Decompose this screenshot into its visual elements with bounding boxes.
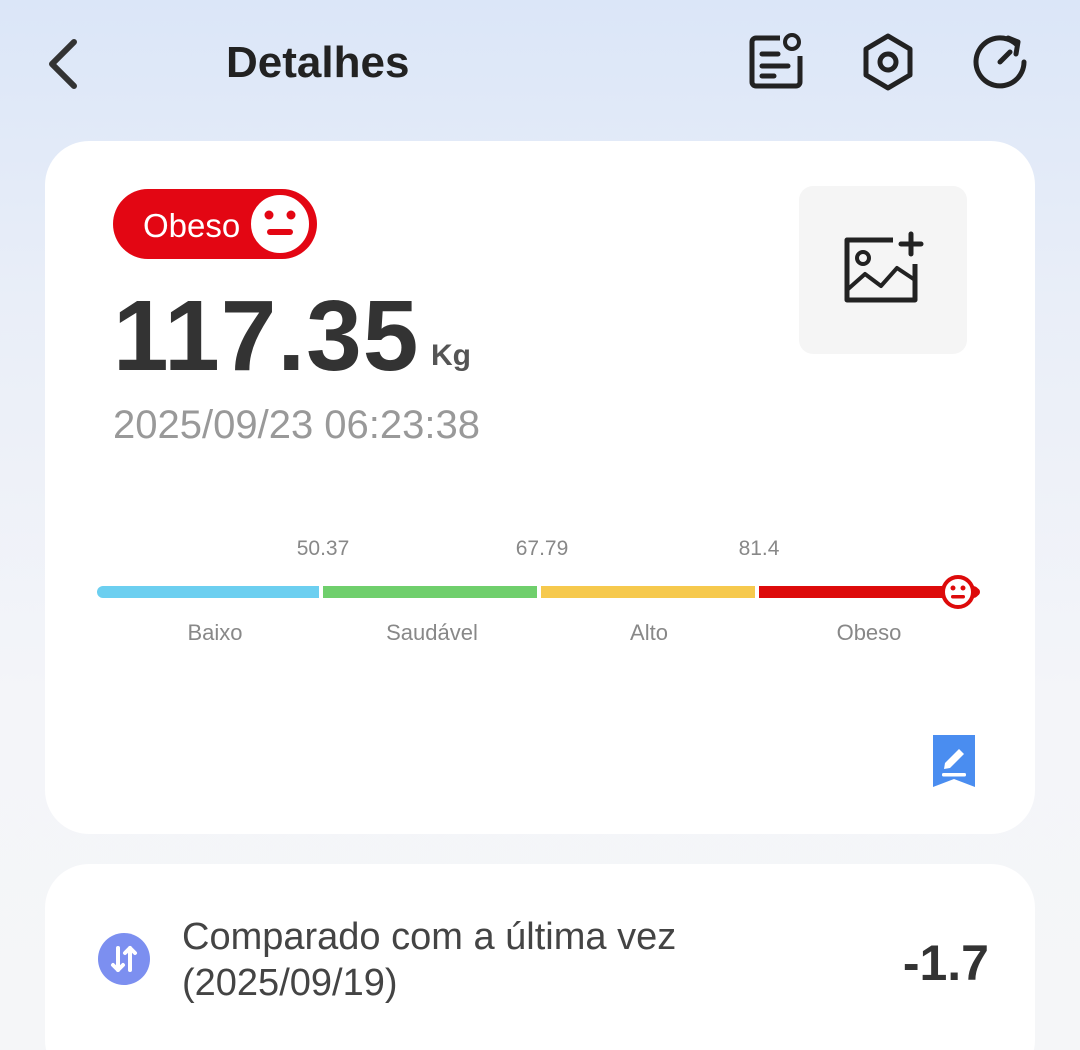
notes-icon bbox=[749, 33, 803, 89]
weight-card: Obeso 117.35 Kg 2025/09/23 06:23:38 50.3… bbox=[45, 141, 1035, 834]
swap-arrows-icon bbox=[98, 933, 150, 985]
neutral-face-icon bbox=[247, 191, 313, 257]
refresh-icon bbox=[973, 35, 1027, 89]
settings-button[interactable] bbox=[856, 30, 920, 94]
segment-label: Saudável bbox=[386, 620, 478, 645]
page-title: Detalhes bbox=[226, 38, 410, 87]
segment-label: Alto bbox=[630, 620, 668, 645]
status-label: Obeso bbox=[143, 207, 241, 244]
scale-segment-baixo bbox=[97, 586, 319, 598]
back-arrow-icon bbox=[49, 39, 77, 89]
edit-icon bbox=[933, 735, 975, 787]
scale-segment-alto bbox=[541, 586, 755, 598]
status-badge: Obeso bbox=[113, 189, 317, 259]
settings-hexagon-icon bbox=[863, 33, 913, 91]
comparison-text: Comparado com a última vez (2025/09/19) bbox=[182, 914, 782, 1006]
comparison-label: Comparado com a última vez bbox=[182, 916, 677, 958]
comparison-card: Comparado com a última vez (2025/09/19) … bbox=[45, 864, 1035, 1050]
segment-label: Obeso bbox=[836, 620, 902, 645]
app-header: Detalhes bbox=[0, 0, 1080, 130]
threshold-label: 67.79 bbox=[515, 537, 569, 560]
neutral-face-icon bbox=[941, 575, 980, 609]
weight-unit: Kg bbox=[431, 339, 471, 372]
measurement-datetime: 2025/09/23 06:23:38 bbox=[113, 403, 481, 447]
comparison-value: -1.7 bbox=[902, 935, 989, 991]
segment-label: Baixo bbox=[187, 620, 243, 645]
notes-button[interactable] bbox=[744, 30, 808, 94]
threshold-label: 50.37 bbox=[296, 537, 350, 560]
back-button[interactable] bbox=[38, 34, 94, 94]
scale-segment-saudavel bbox=[323, 586, 537, 598]
threshold-label: 81.4 bbox=[738, 537, 780, 560]
comparison-date: (2025/09/19) bbox=[182, 962, 398, 1004]
edit-button[interactable] bbox=[931, 733, 977, 789]
add-image-icon bbox=[844, 231, 924, 303]
bmi-scale: 50.37 67.79 81.4 Baixo Saudável Alto Obe… bbox=[97, 531, 987, 651]
weight-value: 117.35 bbox=[113, 280, 420, 392]
refresh-button[interactable] bbox=[968, 30, 1032, 94]
add-photo-button[interactable] bbox=[799, 186, 967, 354]
